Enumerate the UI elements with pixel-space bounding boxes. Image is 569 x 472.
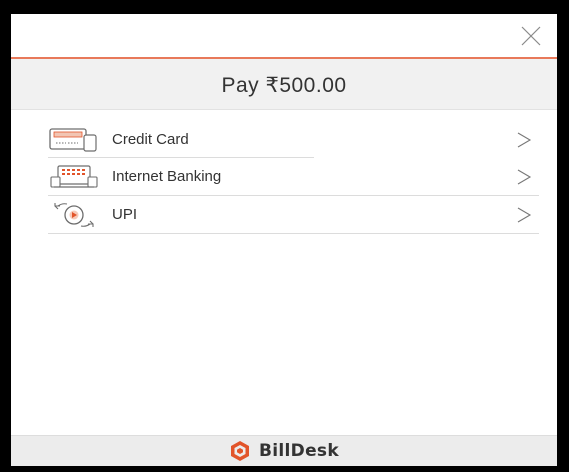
chevron-right-icon (517, 169, 532, 184)
screen-frame: Pay ₹500.00 Credit Card Internet Banking… (0, 0, 569, 472)
upi-icon (48, 200, 102, 230)
payment-methods-list: Credit Card Internet Banking UPI (48, 121, 539, 234)
modal-header (11, 14, 557, 59)
payment-modal: Pay ₹500.00 Credit Card Internet Banking… (11, 14, 557, 466)
method-label: Internet Banking (112, 168, 222, 185)
billdesk-logo-icon (231, 441, 250, 461)
modal-footer: BillDesk (11, 435, 557, 466)
payment-method-credit-card[interactable]: Credit Card (48, 121, 539, 158)
billdesk-brand: BillDesk (229, 440, 339, 462)
payment-method-upi[interactable]: UPI (48, 196, 539, 234)
chevron-right-icon (517, 207, 532, 222)
brand-name: BillDesk (259, 441, 339, 461)
pay-amount: Pay ₹500.00 (221, 73, 347, 97)
internet-banking-icon (48, 162, 102, 192)
credit-card-icon (48, 125, 102, 155)
method-label: Credit Card (112, 131, 189, 148)
payment-method-internet-banking[interactable]: Internet Banking (48, 158, 539, 196)
method-label: UPI (112, 206, 138, 223)
amount-banner: Pay ₹500.00 (11, 59, 557, 110)
chevron-right-icon (517, 132, 532, 147)
close-icon[interactable] (519, 24, 543, 48)
